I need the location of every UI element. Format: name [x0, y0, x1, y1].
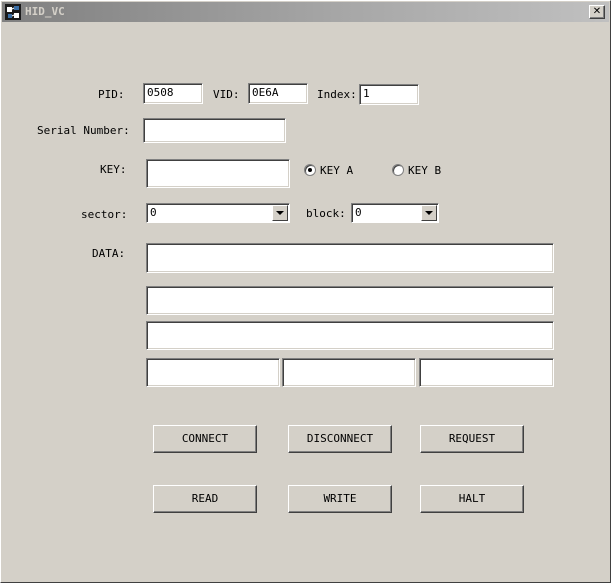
data-field-3[interactable]: [146, 321, 554, 350]
data-field-4[interactable]: [146, 358, 280, 387]
pid-input[interactable]: 0508: [143, 83, 203, 104]
disconnect-button[interactable]: DISCONNECT: [288, 425, 392, 453]
read-button[interactable]: READ: [153, 485, 257, 513]
data-field-2[interactable]: [146, 286, 554, 315]
pid-label: PID:: [98, 88, 125, 101]
sector-selected-value: 0: [150, 206, 157, 219]
index-input[interactable]: 1: [359, 84, 419, 105]
data-field-1[interactable]: [146, 243, 554, 273]
block-selected-value: 0: [355, 206, 362, 219]
sector-select[interactable]: 0: [146, 203, 290, 223]
app-icon: [5, 4, 21, 20]
key-a-label[interactable]: KEY A: [320, 164, 353, 177]
chevron-down-icon[interactable]: [272, 205, 288, 221]
data-field-5[interactable]: [282, 358, 416, 387]
main-window: HID_VC ✕ PID: 0508 VID: 0E6A Index: 1 Se…: [0, 0, 611, 583]
sector-label: sector:: [81, 208, 128, 221]
index-label: Index:: [317, 88, 357, 101]
key-input[interactable]: [146, 159, 290, 188]
connect-button[interactable]: CONNECT: [153, 425, 257, 453]
serial-number-input[interactable]: [143, 118, 286, 143]
key-a-radio[interactable]: [304, 164, 316, 176]
vid-label: VID:: [213, 88, 240, 101]
block-label: block:: [306, 207, 346, 220]
title-bar[interactable]: HID_VC ✕: [2, 2, 609, 22]
vid-input[interactable]: 0E6A: [248, 83, 308, 104]
close-icon: ✕: [592, 6, 602, 17]
block-select[interactable]: 0: [351, 203, 439, 223]
data-label: DATA:: [92, 247, 126, 260]
key-b-radio[interactable]: [392, 164, 404, 176]
close-button[interactable]: ✕: [589, 5, 605, 19]
write-button[interactable]: WRITE: [288, 485, 392, 513]
data-field-6[interactable]: [419, 358, 554, 387]
key-label: KEY:: [100, 163, 127, 176]
window-title: HID_VC: [25, 5, 65, 18]
chevron-down-icon[interactable]: [421, 205, 437, 221]
halt-button[interactable]: HALT: [420, 485, 524, 513]
request-button[interactable]: REQUEST: [420, 425, 524, 453]
serial-number-label: Serial Number:: [37, 124, 130, 137]
key-b-label[interactable]: KEY B: [408, 164, 441, 177]
